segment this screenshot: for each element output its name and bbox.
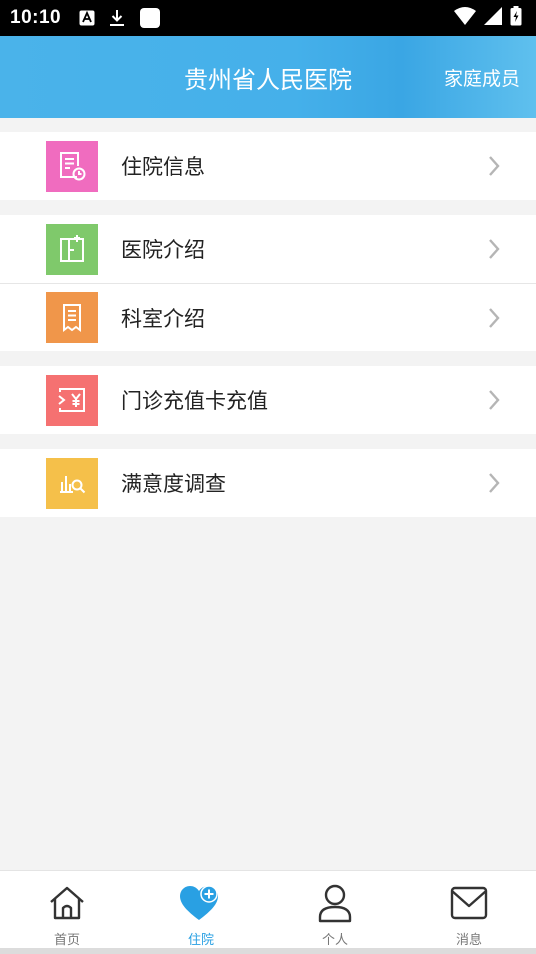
menu-item-department-intro[interactable]: 科室介绍 <box>0 283 536 351</box>
signal-icon <box>484 7 502 29</box>
mail-icon <box>449 883 489 923</box>
tab-label: 消息 <box>455 933 482 948</box>
heart-plus-icon <box>179 883 223 923</box>
chevron-right-icon <box>488 472 500 494</box>
status-time: 10:10 <box>10 7 62 28</box>
menu-item-card-recharge[interactable]: 门诊充值卡充值 <box>0 366 536 434</box>
building-icon <box>46 223 98 275</box>
chart-search-icon <box>46 457 98 509</box>
menu-item-label: 医院介绍 <box>121 238 205 262</box>
tab-inpatient[interactable]: 住院 <box>134 871 268 948</box>
chevron-right-icon <box>488 389 500 411</box>
menu-item-label: 门诊充值卡充值 <box>121 389 268 413</box>
chevron-right-icon <box>488 238 500 260</box>
menu-group-inpatient: 住院信息 <box>0 132 536 200</box>
wifi-icon <box>454 7 476 29</box>
receipt-icon <box>46 292 98 343</box>
battery-icon <box>510 6 522 30</box>
download-icon <box>109 9 125 27</box>
home-icon <box>47 883 87 923</box>
chevron-right-icon <box>488 155 500 177</box>
bottom-nav: 首页 住院 个人 消息 <box>0 870 536 948</box>
menu-item-label: 科室介绍 <box>121 306 205 331</box>
menu-list: 住院信息 医院介绍 科室介绍 门诊充值卡充值 满意度调查 <box>0 132 536 532</box>
menu-item-inpatient-info[interactable]: 住院信息 <box>0 132 536 200</box>
menu-group-survey: 满意度调查 <box>0 449 536 517</box>
family-members-button[interactable]: 家庭成员 <box>444 36 520 118</box>
person-icon <box>317 883 353 923</box>
tab-home[interactable]: 首页 <box>0 871 134 948</box>
tab-messages[interactable]: 消息 <box>402 871 536 948</box>
document-clock-icon <box>46 140 98 192</box>
menu-group-recharge: 门诊充值卡充值 <box>0 366 536 434</box>
status-bar: 10:10 <box>0 0 536 36</box>
tab-label: 首页 <box>53 933 80 948</box>
tab-label: 个人 <box>321 933 348 948</box>
bottom-strip <box>0 948 536 954</box>
chevron-right-icon <box>488 307 500 329</box>
menu-group-intro: 医院介绍 科室介绍 <box>0 215 536 351</box>
screen: 10:10 贵州省人民医院 家庭成员 住院信息 医院介绍 科室介绍 门诊充值卡充… <box>0 0 536 954</box>
menu-item-hospital-intro[interactable]: 医院介绍 <box>0 215 536 283</box>
card-yuan-icon <box>46 374 98 426</box>
font-a-icon <box>79 10 95 26</box>
app-header: 贵州省人民医院 家庭成员 <box>0 36 536 118</box>
tab-label: 住院 <box>187 933 214 948</box>
menu-item-label: 住院信息 <box>121 155 205 179</box>
menu-item-satisfaction-survey[interactable]: 满意度调查 <box>0 449 536 517</box>
menu-item-label: 满意度调查 <box>121 472 226 496</box>
tab-personal[interactable]: 个人 <box>268 871 402 948</box>
notification-square-icon <box>139 7 161 29</box>
